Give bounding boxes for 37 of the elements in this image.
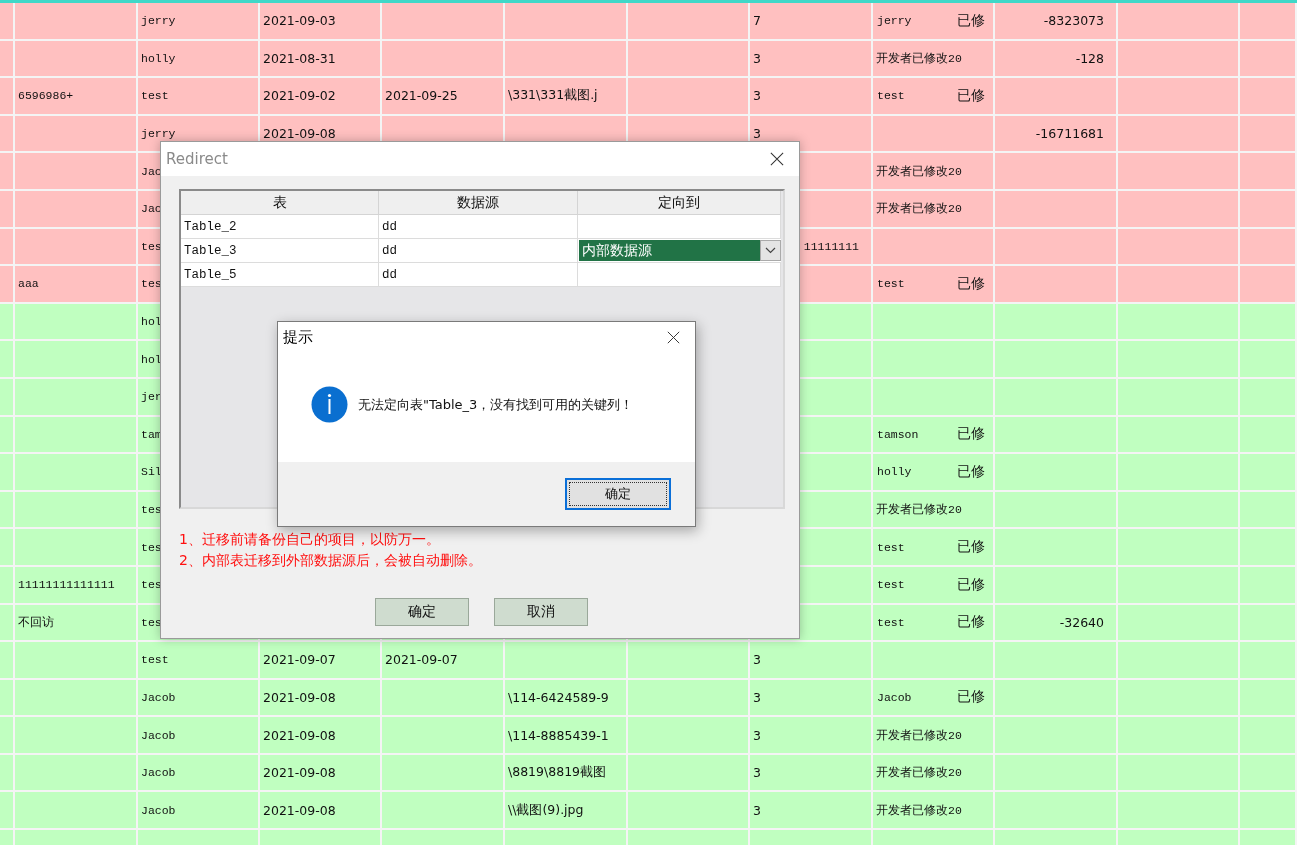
table-cell: jerry — [877, 14, 912, 28]
close-icon — [770, 152, 784, 166]
ok-button[interactable]: 确定 — [375, 598, 469, 626]
target-dropdown[interactable]: 内部数据源 — [578, 239, 781, 263]
column-header: 数据源 — [379, 191, 578, 215]
table-cell: test — [877, 89, 905, 103]
table-cell: Table_3 — [181, 239, 379, 263]
table-cell: 已修 — [957, 575, 985, 594]
table-cell: dd — [379, 215, 578, 239]
table-cell: test — [877, 615, 905, 629]
close-icon — [666, 331, 680, 344]
table-cell: holly — [877, 465, 912, 479]
column-header: 表 — [181, 191, 379, 215]
table-cell: 已修 — [957, 538, 985, 557]
table-cell: 已修 — [957, 11, 985, 30]
table-cell: Jacob — [877, 691, 912, 704]
table-cell: 已修 — [957, 87, 985, 105]
table-cell: test — [877, 277, 905, 291]
table-cell: dd — [379, 239, 578, 263]
table-cell: 已修 — [957, 274, 985, 293]
table-cell: test — [877, 540, 905, 554]
table-cell: tamson — [877, 427, 919, 441]
table-cell: 已修 — [957, 425, 985, 444]
ok-button[interactable]: 确定 — [565, 478, 671, 510]
table-cell: dd — [379, 263, 578, 287]
column-header: 定向到 — [578, 191, 781, 215]
table-cell: 已修 — [957, 462, 985, 481]
dialog-title: 提示 — [283, 328, 313, 347]
table-cell: 已修 — [957, 613, 985, 632]
table-cell: Table_5 — [181, 263, 379, 287]
chevron-icon — [765, 247, 776, 254]
message-text: 无法定向表"Table_3，没有找到可用的关键列！ — [358, 395, 634, 414]
table-cell: 已修 — [957, 688, 985, 707]
table-cell: Table_2 — [181, 215, 379, 239]
info-icon — [311, 386, 348, 423]
table-cell: test — [877, 578, 905, 592]
cancel-button[interactable]: 取消 — [494, 598, 588, 626]
